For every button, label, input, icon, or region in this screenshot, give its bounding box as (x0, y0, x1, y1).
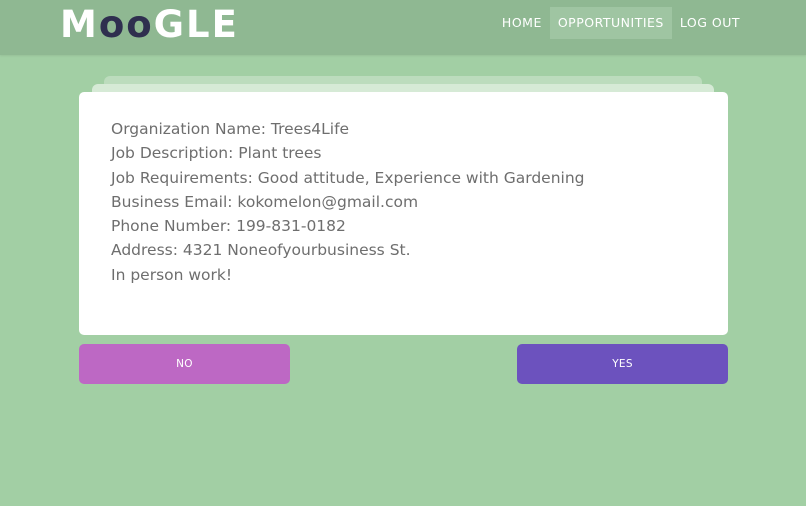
job-requirements: Job Requirements: Good attitude, Experie… (111, 168, 585, 187)
logo-text-gle: GLE (153, 3, 239, 46)
phone-number: Phone Number: 199-831-0182 (111, 217, 346, 236)
nav-links: HOME OPPORTUNITIES LOG OUT (494, 7, 748, 39)
address: Address: 4321 Noneofyourbusiness St. (111, 241, 411, 260)
logo-text-m: M (60, 3, 99, 46)
business-email: Business Email: kokomelon@gmail.com (111, 192, 419, 211)
organization-name: Organization Name: Trees4Life (111, 120, 350, 138)
job-description: Job Description: Plant trees (111, 144, 322, 163)
logo-text-oo: oo (98, 3, 154, 46)
nav-home-link[interactable]: HOME (494, 7, 550, 39)
top-navbar: MooGLE HOME OPPORTUNITIES LOG OUT (0, 0, 806, 55)
opportunity-card: Organization Name: Trees4Life Job Descri… (79, 92, 728, 335)
opportunity-details: Organization Name: Trees4Life Job Descri… (111, 117, 708, 287)
yes-button[interactable]: YES (517, 344, 728, 384)
work-type: In person work! (111, 265, 233, 284)
nav-logout-link[interactable]: LOG OUT (672, 7, 748, 39)
nav-opportunities-link[interactable]: OPPORTUNITIES (549, 7, 672, 39)
no-button[interactable]: NO (79, 344, 290, 384)
moogle-logo[interactable]: MooGLE (60, 4, 239, 46)
